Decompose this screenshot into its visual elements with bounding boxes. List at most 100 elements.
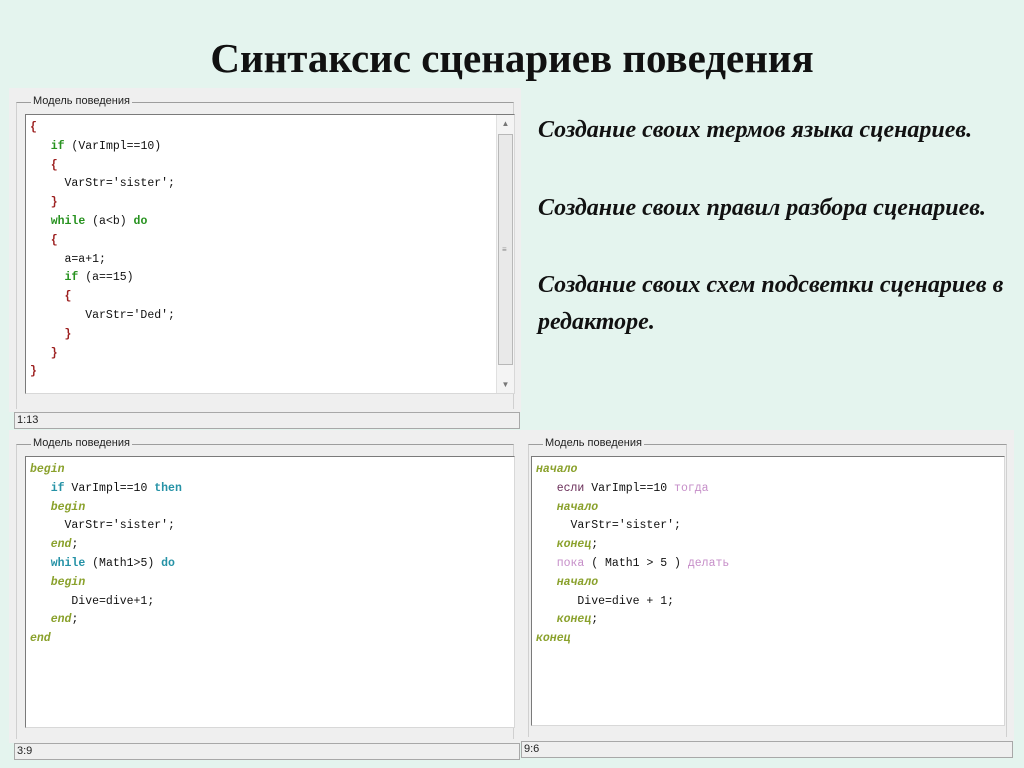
code-token: (VarImpl==10) [64,139,162,153]
code-token-keyword: если [556,481,585,495]
slide-title: Синтаксис сценариев поведения [210,35,814,81]
grip-icon: ≡ [502,244,507,254]
code-line: begin [30,461,514,480]
code-line: конец; [536,536,1004,555]
code-token-keyword: { [50,233,58,247]
code-line: начало [536,461,1004,480]
group-label: Модель поведения [31,94,132,108]
code-line: end; [30,536,514,555]
code-token-keyword: { [64,290,72,304]
group-label: Модель поведения [31,436,132,450]
code-token-keyword: begin [50,575,86,589]
code-line: } [30,345,514,364]
code-token: (a==15) [78,271,134,285]
code-token-keyword: while [50,214,86,228]
code-token: Dive=dive+1; [30,594,155,608]
code-token-keyword: { [30,121,37,134]
code-line: while (Math1>5) do [30,555,514,574]
code-token: VarImpl==10 [64,481,155,495]
code-token-keyword: тогда [674,481,709,495]
code-token: ; [591,613,599,627]
code-area[interactable]: begin if VarImpl==10 then begin VarStr='… [26,457,514,649]
code-line: начало [536,574,1004,593]
code-line: VarStr='sister'; [30,175,514,194]
code-token: VarStr='sister'; [30,177,175,191]
code-token-keyword: begin [50,500,86,514]
code-token-keyword: } [50,196,58,210]
code-token-keyword: конец [556,538,592,552]
code-token-keyword: пока [556,556,585,570]
code-token-keyword: if [50,139,65,153]
code-line: if (a==15) [30,269,514,288]
code-token: VarStr='Ded'; [30,308,175,322]
code-line: { [30,232,514,251]
code-token: VarStr='sister'; [30,519,175,533]
code-token-keyword: начало [536,463,578,476]
note-custom-terms: Создание своих термов языка сценариев. [538,117,973,143]
code-token-keyword: if [50,481,65,495]
code-token-keyword: if [64,271,79,285]
cursor-position-status: 1:13 [14,412,520,429]
code-token: (a<b) [85,214,134,228]
code-token-keyword: конец [536,632,571,646]
code-line: begin [30,574,514,593]
vertical-scrollbar[interactable]: ▲ ≡ ▼ [496,115,514,393]
code-line: конец; [536,611,1004,630]
code-line: { [30,157,514,176]
code-token: VarStr='sister'; [536,519,681,533]
code-line: Dive=dive + 1; [536,593,1004,612]
code-line: Dive=dive+1; [30,593,514,612]
code-token-keyword: { [50,158,58,172]
feature-notes: Создание своих термов языка сценариев. С… [538,112,1008,381]
code-editor[interactable]: начало если VarImpl==10 тогда начало Var… [531,456,1005,726]
cursor-position-status: 9:6 [521,741,1013,758]
code-line: конец [536,630,1004,649]
code-line: if VarImpl==10 then [30,480,514,499]
code-line: VarStr='sister'; [536,517,1004,536]
code-token-keyword: begin [30,463,65,476]
code-token: (Math1>5) [85,556,162,570]
scroll-down-arrow-icon[interactable]: ▼ [497,376,514,393]
cursor-position-status: 3:9 [14,743,520,760]
code-editor[interactable]: { if (VarImpl==10) { VarStr='sister'; } … [25,114,515,394]
scroll-up-arrow-icon[interactable]: ▲ [497,115,514,132]
code-line: if (VarImpl==10) [30,138,514,157]
code-token-keyword: then [154,481,182,495]
code-token-keyword: end [50,613,72,627]
code-area[interactable]: { if (VarImpl==10) { VarStr='sister'; } … [26,115,514,382]
scrollbar-thumb[interactable]: ≡ [498,134,513,365]
code-line: { [30,288,514,307]
code-editor[interactable]: begin if VarImpl==10 then begin VarStr='… [25,456,515,728]
code-token: ; [591,538,599,552]
code-token-keyword: end [50,538,72,552]
behavior-model-panel-top: Модель поведения { if (VarImpl==10) { Va… [9,88,521,412]
behavior-model-panel-english: Модель поведения begin if VarImpl==10 th… [9,430,521,743]
code-token: Dive=dive + 1; [536,594,675,608]
code-area[interactable]: начало если VarImpl==10 тогда начало Var… [532,457,1004,649]
code-token: ; [71,613,79,627]
code-line: end; [30,611,514,630]
code-line: a=a+1; [30,251,514,270]
code-line: } [30,194,514,213]
note-custom-parsing-rules: Создание своих правил разбора сценариев. [538,194,986,221]
code-line: VarStr='Ded'; [30,307,514,326]
code-token: ; [71,538,79,552]
code-token-keyword: do [161,556,175,570]
code-line: while (a<b) do [30,213,514,232]
group-label: Модель поведения [543,436,644,450]
code-token-keyword: while [50,556,86,570]
